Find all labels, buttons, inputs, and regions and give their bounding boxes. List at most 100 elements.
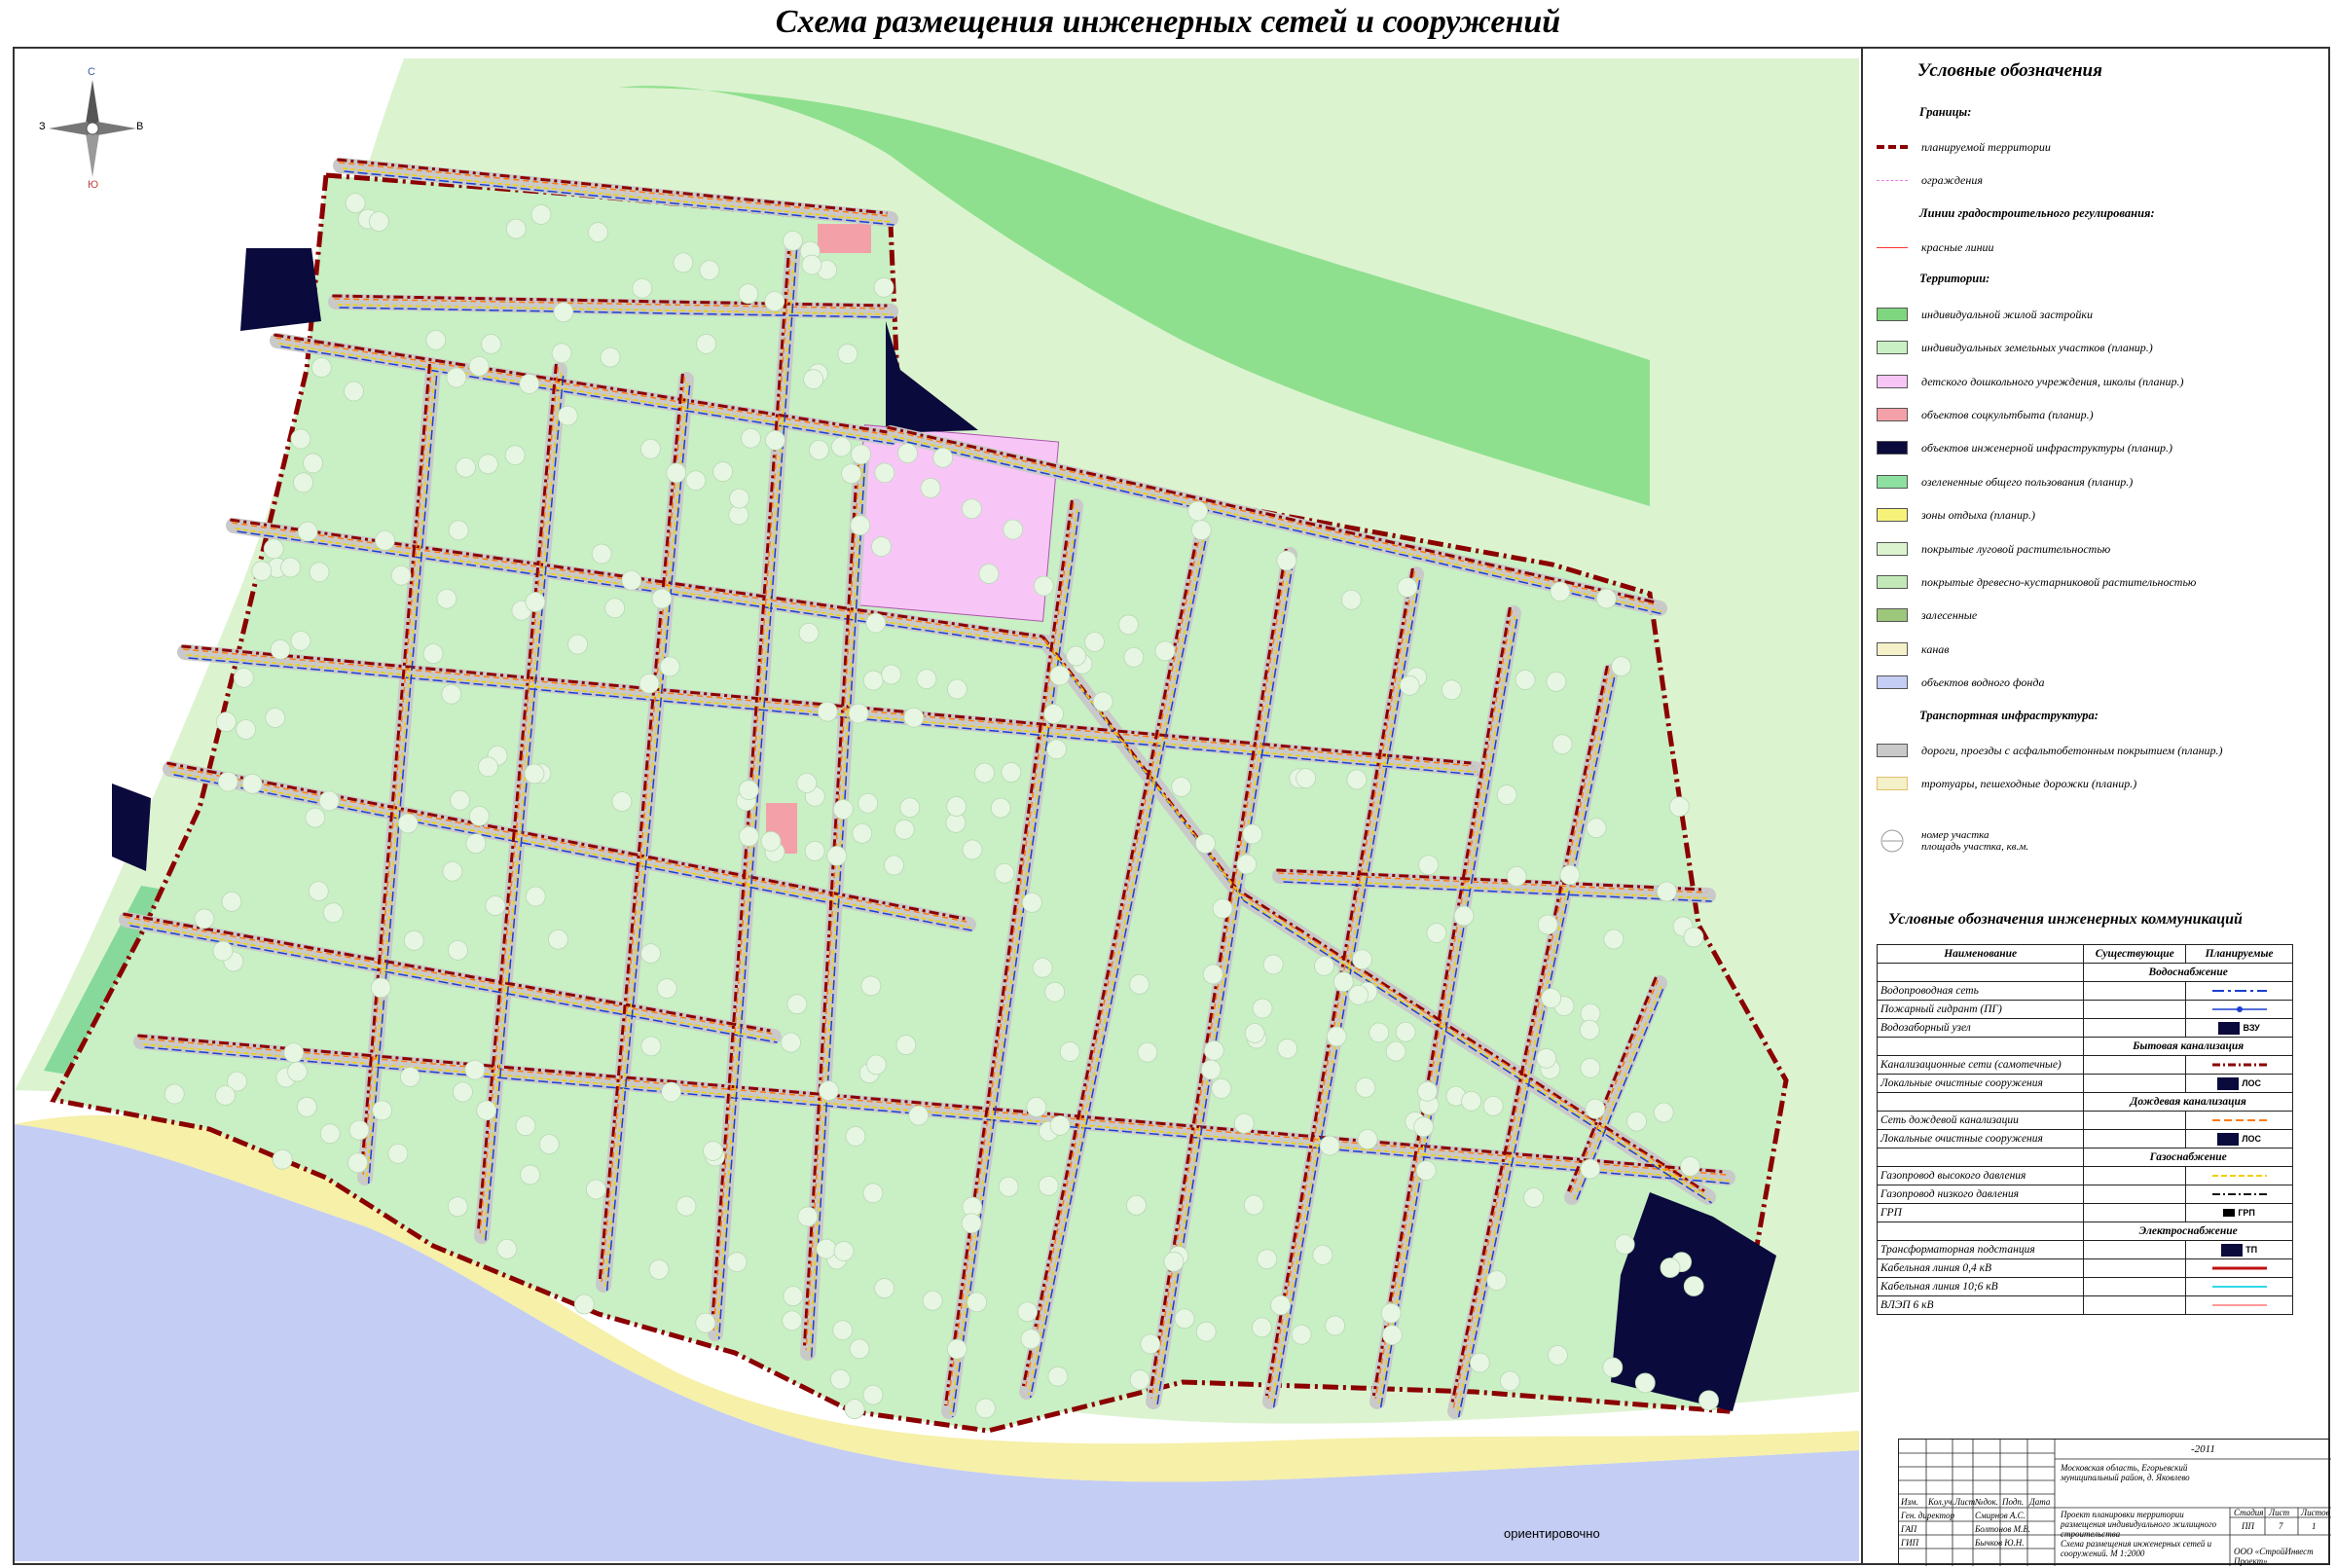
legend-section-lines: Линии градостроительного регулирования: <box>1919 206 2155 220</box>
plot-marker <box>1614 1234 1635 1255</box>
legend-plot-number: номер участка <box>1921 829 1989 841</box>
plot-marker <box>1461 1090 1482 1112</box>
plot-marker <box>961 1213 982 1234</box>
plot-marker <box>1536 1047 1557 1069</box>
plot-marker <box>1140 1333 1161 1355</box>
stamp-year: -2011 <box>2191 1443 2215 1455</box>
plot-marker <box>640 438 661 459</box>
plot-marker <box>830 1368 851 1390</box>
plot-marker <box>370 977 391 999</box>
legend-item-infra: объектов инженерной инфраструктуры (план… <box>1877 439 2172 456</box>
plot-marker <box>783 230 803 251</box>
plot-marker <box>994 862 1015 884</box>
eng-group-row: Электроснабжение <box>1876 1222 2293 1241</box>
plot-marker <box>1585 1098 1606 1119</box>
plot-marker <box>469 806 490 826</box>
plot-marker <box>1469 1352 1490 1373</box>
stamp-sheet-title: Схема размещения инженерных сетей и соор… <box>2061 1539 2212 1558</box>
legend-item-residential: индивидуальной жилой застройки <box>1877 306 2093 323</box>
eng-row: Пожарный гидрант (ПГ) <box>1876 1000 2293 1019</box>
plot-marker <box>1021 892 1042 913</box>
compass-east: В <box>136 121 144 132</box>
eng-row: ГРП ГРП <box>1876 1203 2293 1222</box>
eng-group-row: Дождевая канализация <box>1876 1092 2293 1112</box>
plot-marker <box>1550 581 1571 602</box>
legend-item-plots: индивидуальных земельных участков (плани… <box>1877 339 2153 356</box>
plot-marker <box>695 1312 716 1333</box>
legend-item-plot-marker: номер участка площадь участка, кв.м. <box>1877 823 2028 858</box>
eng-row: Водопроводная сеть <box>1876 981 2293 1001</box>
plot-marker <box>233 667 254 688</box>
compass-north: С <box>88 66 95 78</box>
plot-marker <box>798 622 820 643</box>
eng-row: ВЛЭП 6 кВ <box>1876 1295 2293 1315</box>
plot-marker <box>1020 1329 1041 1350</box>
eng-header-planned: Планируемые <box>2185 944 2293 964</box>
plot-marker <box>741 427 761 449</box>
plot-marker <box>465 833 487 855</box>
stamp-location: Московская область, Егорьевский муниципа… <box>2061 1463 2190 1482</box>
plot-marker <box>1657 881 1677 902</box>
stamp-org: ООО «СтройИнвест Проект» <box>2234 1547 2314 1566</box>
plot-marker <box>1506 865 1527 887</box>
plot-marker <box>283 1042 305 1064</box>
eng-header-existing: Существующие <box>2083 944 2187 964</box>
stamp-col-1: Кол.уч. <box>1928 1497 1954 1507</box>
plot-marker <box>1548 1344 1568 1366</box>
plot-marker <box>1038 1175 1059 1196</box>
plot-marker <box>448 939 468 961</box>
legend-section-transport: Транспортная инфраструктура: <box>1919 709 2099 722</box>
plot-marker <box>661 1081 682 1103</box>
plot-marker <box>1251 1317 1272 1338</box>
eng-row-label: Водозаборный узел <box>1876 1018 2085 1038</box>
plot-marker <box>816 1238 837 1259</box>
eng-row-label: ГРП <box>1876 1203 2085 1222</box>
plot-marker <box>1500 1370 1520 1392</box>
stamp-sheets: 1 <box>2312 1521 2317 1531</box>
plot-marker <box>1001 762 1022 783</box>
plot-marker <box>548 929 568 950</box>
plot-marker <box>1003 519 1024 540</box>
map-canvas[interactable]: ориентировочно <box>15 49 1859 1561</box>
plot-marker <box>1683 927 1704 948</box>
plot-marker <box>1202 964 1223 985</box>
plot-marker <box>1579 1019 1600 1040</box>
stamp-role-2: ГИП <box>1901 1538 1919 1548</box>
plot-marker <box>215 1085 236 1106</box>
plot-marker <box>675 1195 697 1217</box>
plot-marker <box>348 1119 370 1141</box>
eng-row-label: Кабельная линия 10;6 кВ <box>1876 1277 2085 1296</box>
plot-marker <box>1084 632 1105 652</box>
plot-marker <box>446 367 467 388</box>
plot-marker <box>1653 1102 1674 1123</box>
stamp-name-2: Бычков Ю.Н. <box>1975 1538 2025 1548</box>
plot-marker <box>305 807 326 828</box>
plot-marker <box>1496 784 1517 805</box>
plot-marker <box>1441 679 1462 701</box>
eng-row-symbol <box>2185 1277 2293 1296</box>
plot-marker <box>1187 500 1209 522</box>
plot-marker <box>632 277 653 299</box>
plot-marker <box>318 790 340 812</box>
plot-marker <box>998 1176 1019 1197</box>
plot-marker <box>897 443 918 464</box>
legend-item-roads: дороги, проезды с асфальтобетонным покры… <box>1877 742 2223 759</box>
plot-marker <box>447 1196 468 1218</box>
plot-marker <box>611 791 633 812</box>
plot-marker <box>817 701 838 722</box>
plot-marker <box>1257 1249 1278 1270</box>
plot-marker <box>1546 671 1567 692</box>
plot-marker <box>845 1126 866 1147</box>
eng-group-row: Газоснабжение <box>1876 1148 2293 1167</box>
plot-marker <box>797 1206 819 1227</box>
plot-marker <box>1092 691 1113 712</box>
plot-marker <box>1348 984 1369 1005</box>
plot-marker <box>1195 833 1216 855</box>
plot-marker <box>819 1080 839 1101</box>
eng-group-name: Газоснабжение <box>2083 1148 2293 1167</box>
plot-marker <box>837 344 858 364</box>
plot-marker <box>1634 1372 1656 1394</box>
eng-row-label: Газопровод высокого давления <box>1876 1166 2085 1185</box>
plot-marker <box>1049 665 1071 686</box>
plot-marker <box>1611 656 1631 677</box>
